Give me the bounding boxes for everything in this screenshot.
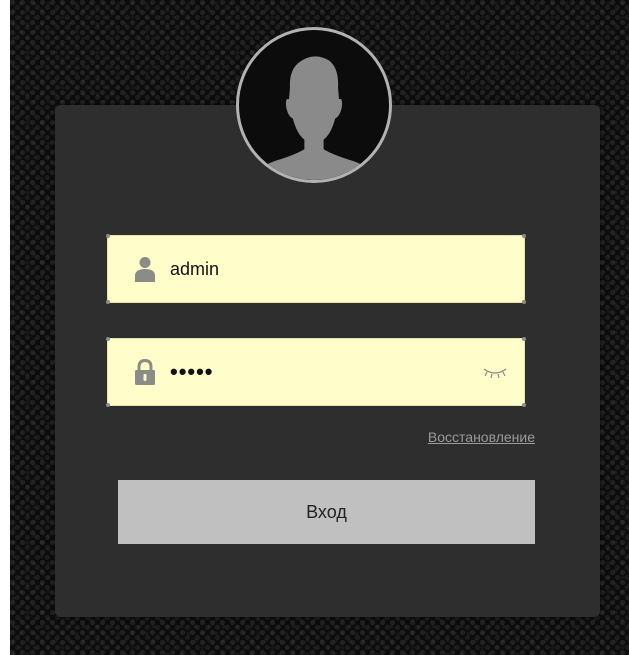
login-button[interactable]: Вход	[118, 480, 535, 544]
user-silhouette-icon	[236, 27, 392, 183]
lock-icon	[135, 359, 155, 385]
user-icon	[135, 257, 155, 282]
username-field[interactable]	[106, 234, 526, 304]
field-corner	[522, 234, 526, 238]
field-corner	[106, 337, 110, 341]
field-corner	[522, 403, 526, 407]
field-corner	[106, 300, 110, 304]
password-input[interactable]	[170, 339, 474, 405]
recover-password-link[interactable]: Восстановление	[428, 429, 535, 445]
field-corner	[522, 337, 526, 341]
field-corner	[106, 403, 110, 407]
eye-closed-icon[interactable]	[482, 364, 508, 380]
field-corner	[106, 234, 110, 238]
field-corner	[522, 300, 526, 304]
username-input[interactable]	[170, 236, 474, 302]
password-field[interactable]	[106, 337, 526, 407]
